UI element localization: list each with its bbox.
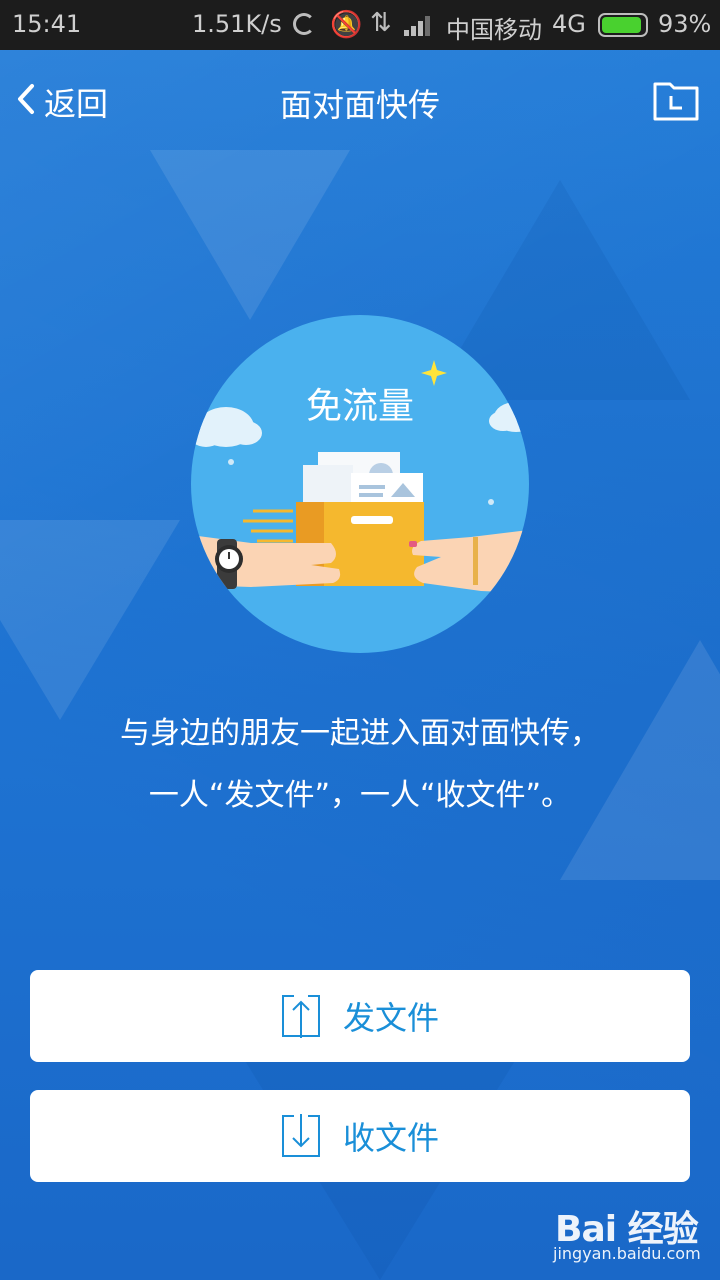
receive-file-label: 收文件 <box>342 1119 439 1157</box>
battery-fill <box>602 17 642 33</box>
sparkle-icon <box>421 360 447 386</box>
status-network-speed: 1.51K/s <box>192 10 282 38</box>
description-line-1: 与身边的朋友一起进入面对面快传， <box>120 716 600 751</box>
hero-illustration: 免流量 <box>191 315 529 653</box>
speed-lines <box>243 509 293 543</box>
battery-icon <box>598 13 648 37</box>
page-title: 面对面快传 <box>279 86 440 124</box>
download-icon <box>281 1114 320 1157</box>
badge-text: 免流量 <box>306 386 414 427</box>
status-network-type: 4G <box>552 10 586 38</box>
baidu-jingyan-watermark: Bai 经验 jingyan.baidu.com <box>553 1198 713 1268</box>
status-bar: 15:41 1.51K/s 🔕 ⇅ 中国移动 4G 93% <box>0 0 720 50</box>
bg-triangle <box>0 520 180 720</box>
send-file-button[interactable]: 发文件 <box>30 970 690 1062</box>
receive-file-button[interactable]: 收文件 <box>30 1090 690 1182</box>
folder-button[interactable] <box>652 78 700 122</box>
header: 返回 面对面快传 <box>0 50 720 150</box>
sync-icon <box>293 13 315 35</box>
status-time: 15:41 <box>12 10 82 38</box>
send-file-label: 发文件 <box>342 999 439 1037</box>
folder-icon <box>653 82 699 121</box>
data-transfer-icon: ⇅ <box>370 8 392 38</box>
description-line-2: 一人“发文件”，一人“收文件”。 <box>148 778 572 813</box>
mute-icon: 🔕 <box>330 10 363 40</box>
upload-icon <box>281 995 320 1038</box>
status-battery: 93% <box>658 10 712 38</box>
bg-triangle <box>150 150 350 320</box>
watermark-url: jingyan.baidu.com <box>553 1244 701 1263</box>
signal-icon <box>404 14 434 36</box>
bg-triangle <box>560 640 720 880</box>
status-carrier: 中国移动 <box>446 16 542 44</box>
